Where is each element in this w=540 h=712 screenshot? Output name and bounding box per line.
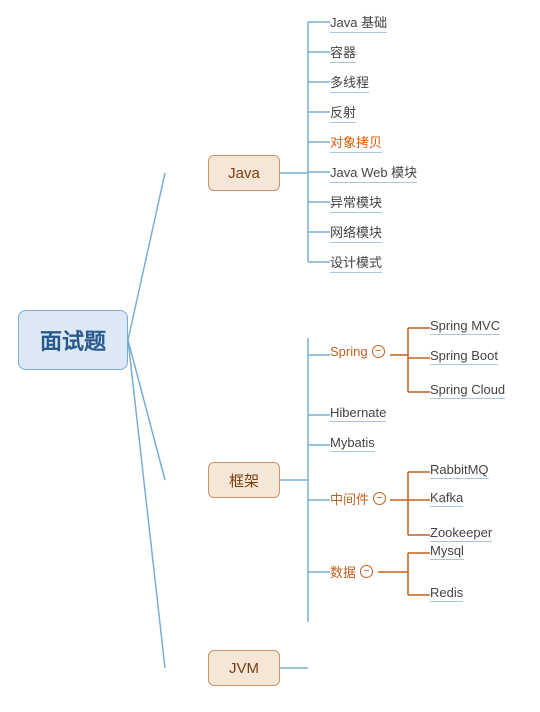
hibernate-node: Hibernate bbox=[330, 405, 386, 422]
java-label: Java bbox=[228, 165, 260, 182]
framework-label: 框架 bbox=[229, 470, 259, 491]
spring-mvc: Spring MVC bbox=[430, 318, 500, 335]
middleware-label: 中间件 bbox=[330, 489, 369, 508]
spring-collapse[interactable]: − bbox=[372, 345, 385, 358]
data-node: 数据 − bbox=[330, 562, 373, 581]
java-leaf-8: 设计模式 bbox=[330, 252, 382, 273]
kafka-node: Kafka bbox=[430, 490, 463, 507]
spring-boot: Spring Boot bbox=[430, 348, 498, 365]
root-label: 面试题 bbox=[40, 324, 106, 356]
mybatis-node: Mybatis bbox=[330, 435, 375, 452]
jvm-label: JVM bbox=[229, 660, 259, 677]
mysql-node: Mysql bbox=[430, 543, 464, 560]
java-leaf-0: Java 基础 bbox=[330, 12, 387, 33]
redis-node: Redis bbox=[430, 585, 463, 602]
java-leaf-2: 多线程 bbox=[330, 72, 369, 93]
framework-node: 框架 bbox=[208, 462, 280, 498]
zookeeper-node: Zookeeper bbox=[430, 525, 492, 542]
root-node: 面试题 bbox=[18, 310, 128, 370]
spring-label: Spring bbox=[330, 344, 368, 359]
data-label: 数据 bbox=[330, 562, 356, 581]
middleware-collapse[interactable]: − bbox=[373, 492, 386, 505]
jvm-node: JVM bbox=[208, 650, 280, 686]
rabbitmq-node: RabbitMQ bbox=[430, 462, 489, 479]
java-leaf-3: 反射 bbox=[330, 102, 356, 123]
java-leaf-4: 对象拷贝 bbox=[330, 132, 382, 153]
spring-cloud: Spring Cloud bbox=[430, 382, 505, 399]
java-leaf-7: 网络模块 bbox=[330, 222, 382, 243]
middleware-node: 中间件 − bbox=[330, 489, 386, 508]
data-collapse[interactable]: − bbox=[360, 565, 373, 578]
mind-map: 面试题 Java Java 基础 容器 多线程 反射 对象拷贝 Java Web… bbox=[0, 0, 540, 712]
java-leaf-6: 异常模块 bbox=[330, 192, 382, 213]
spring-node: Spring − bbox=[330, 344, 385, 359]
java-node: Java bbox=[208, 155, 280, 191]
java-leaf-5: Java Web 模块 bbox=[330, 162, 417, 183]
java-leaf-1: 容器 bbox=[330, 42, 356, 63]
